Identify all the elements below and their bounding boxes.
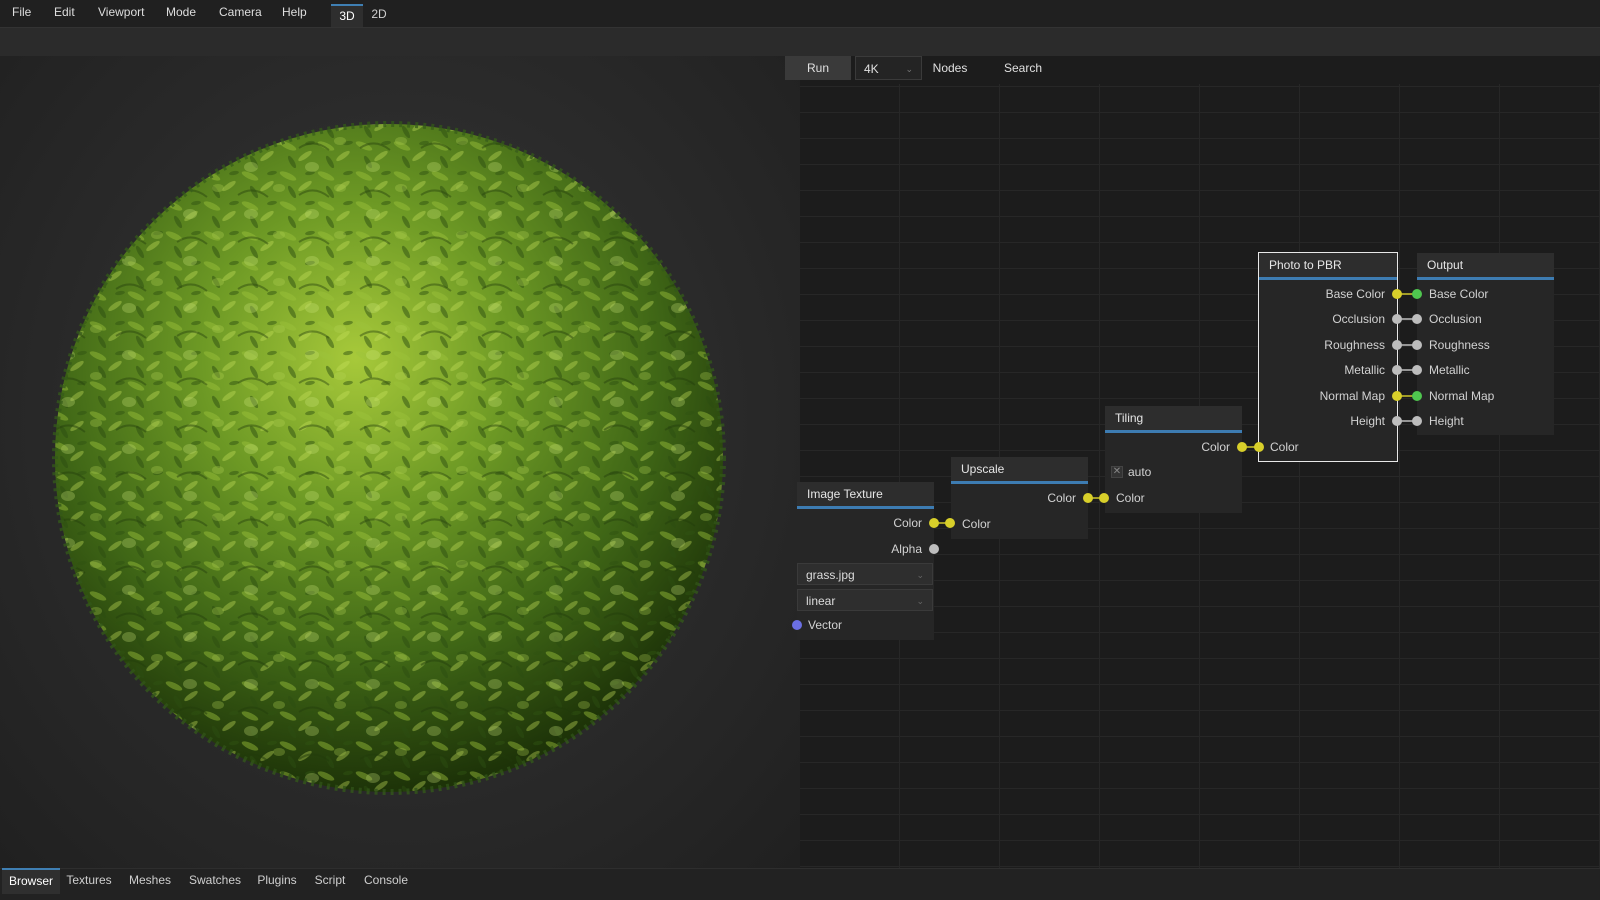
menu-mode[interactable]: Mode	[166, 0, 196, 25]
file-value: grass.jpg	[806, 568, 855, 582]
search-button[interactable]: Search	[997, 56, 1049, 80]
chevron-down-icon: ⌄	[916, 570, 924, 580]
socket-output-metallic-in[interactable]	[1412, 365, 1422, 375]
auto-label: auto	[1128, 465, 1152, 479]
node-tiling[interactable]: Tiling Color ✕ auto Color	[1105, 406, 1242, 513]
menu-help[interactable]: Help	[282, 0, 307, 25]
output-roughness-label: Roughness	[1324, 338, 1385, 352]
socket-tiling-color-out[interactable]	[1237, 442, 1247, 452]
socket-output-occlusion-in[interactable]	[1412, 314, 1422, 324]
input-occlusion-label: Occlusion	[1429, 312, 1482, 326]
socket-pbr-normal-map-out[interactable]	[1392, 391, 1402, 401]
socket-tiling-color-in[interactable]	[1099, 493, 1109, 503]
socket-output-base-color-in[interactable]	[1412, 289, 1422, 299]
output-metallic-label: Metallic	[1344, 363, 1385, 377]
socket-texture-alpha-out[interactable]	[929, 544, 939, 554]
menu-file[interactable]: File	[12, 0, 31, 25]
tab-3d[interactable]: 3D	[331, 4, 363, 29]
resolution-select[interactable]: 4K ⌄	[855, 56, 922, 80]
output-color-label: Color	[1047, 491, 1076, 505]
node-title[interactable]: Tiling	[1105, 406, 1242, 433]
socket-pbr-roughness-out[interactable]	[1392, 340, 1402, 350]
socket-output-roughness-in[interactable]	[1412, 340, 1422, 350]
node-title[interactable]: Output	[1417, 253, 1554, 280]
toolbar	[0, 27, 1600, 57]
output-normal-map-label: Normal Map	[1319, 389, 1385, 403]
socket-pbr-color-in[interactable]	[1254, 442, 1264, 452]
menu-viewport[interactable]: Viewport	[98, 0, 144, 25]
input-metallic-label: Metallic	[1429, 363, 1470, 377]
socket-texture-vector-in[interactable]	[792, 620, 802, 630]
output-height-label: Height	[1350, 414, 1385, 428]
socket-upscale-color-in[interactable]	[945, 518, 955, 528]
socket-pbr-occlusion-out[interactable]	[1392, 314, 1402, 324]
resolution-value: 4K	[864, 62, 879, 76]
output-color-label: Color	[1201, 440, 1230, 454]
input-color-label: Color	[962, 517, 991, 531]
tab-plugins[interactable]: Plugins	[252, 868, 302, 892]
node-title[interactable]: Photo to PBR	[1259, 253, 1397, 280]
tab-console[interactable]: Console	[358, 868, 414, 892]
input-color-label: Color	[1116, 491, 1145, 505]
input-base-color-label: Base Color	[1429, 287, 1489, 301]
run-button[interactable]: Run	[785, 56, 851, 80]
socket-output-height-in[interactable]	[1412, 416, 1422, 426]
nodes-button[interactable]: Nodes	[925, 56, 975, 80]
3d-viewport[interactable]	[0, 56, 800, 868]
socket-upscale-color-out[interactable]	[1083, 493, 1093, 503]
chevron-down-icon: ⌄	[905, 64, 913, 74]
input-normal-map-label: Normal Map	[1429, 389, 1495, 403]
file-select[interactable]: grass.jpg ⌄	[797, 563, 933, 585]
socket-pbr-height-out[interactable]	[1392, 416, 1402, 426]
node-title[interactable]: Upscale	[951, 457, 1088, 484]
input-height-label: Height	[1429, 414, 1464, 428]
node-image-texture[interactable]: Image Texture Color Alpha grass.jpg ⌄ lin…	[797, 482, 934, 640]
tab-textures[interactable]: Textures	[62, 868, 116, 892]
interpolation-value: linear	[806, 594, 836, 608]
node-output[interactable]: Output Base Color Occlusion Roughness Me…	[1417, 253, 1554, 435]
menu-edit[interactable]: Edit	[54, 0, 75, 25]
auto-checkbox[interactable]: ✕	[1111, 466, 1123, 478]
output-alpha-label: Alpha	[891, 542, 922, 556]
tab-swatches[interactable]: Swatches	[184, 868, 246, 892]
interpolation-select[interactable]: linear ⌄	[797, 589, 933, 611]
chevron-down-icon: ⌄	[916, 596, 924, 606]
input-roughness-label: Roughness	[1429, 338, 1490, 352]
socket-texture-color-out[interactable]	[929, 518, 939, 528]
output-base-color-label: Base Color	[1325, 287, 1385, 301]
tab-browser[interactable]: Browser	[2, 868, 60, 894]
menu-camera[interactable]: Camera	[219, 0, 262, 25]
tab-2d[interactable]: 2D	[363, 4, 395, 27]
tab-meshes[interactable]: Meshes	[124, 868, 176, 892]
socket-pbr-base-color-out[interactable]	[1392, 289, 1402, 299]
input-vector-label: Vector	[808, 618, 843, 632]
node-photo-to-pbr[interactable]: Photo to PBR Base Color Occlusion Roughn…	[1258, 252, 1398, 462]
input-color-label: Color	[1270, 440, 1299, 454]
node-upscale[interactable]: Upscale Color Color	[951, 457, 1088, 539]
grass-sphere-preview	[52, 121, 726, 795]
socket-pbr-metallic-out[interactable]	[1392, 365, 1402, 375]
node-title[interactable]: Image Texture	[797, 482, 934, 509]
output-occlusion-label: Occlusion	[1332, 312, 1385, 326]
output-color-label: Color	[893, 516, 922, 530]
tab-script[interactable]: Script	[307, 868, 353, 892]
socket-output-normal-map-in[interactable]	[1412, 391, 1422, 401]
